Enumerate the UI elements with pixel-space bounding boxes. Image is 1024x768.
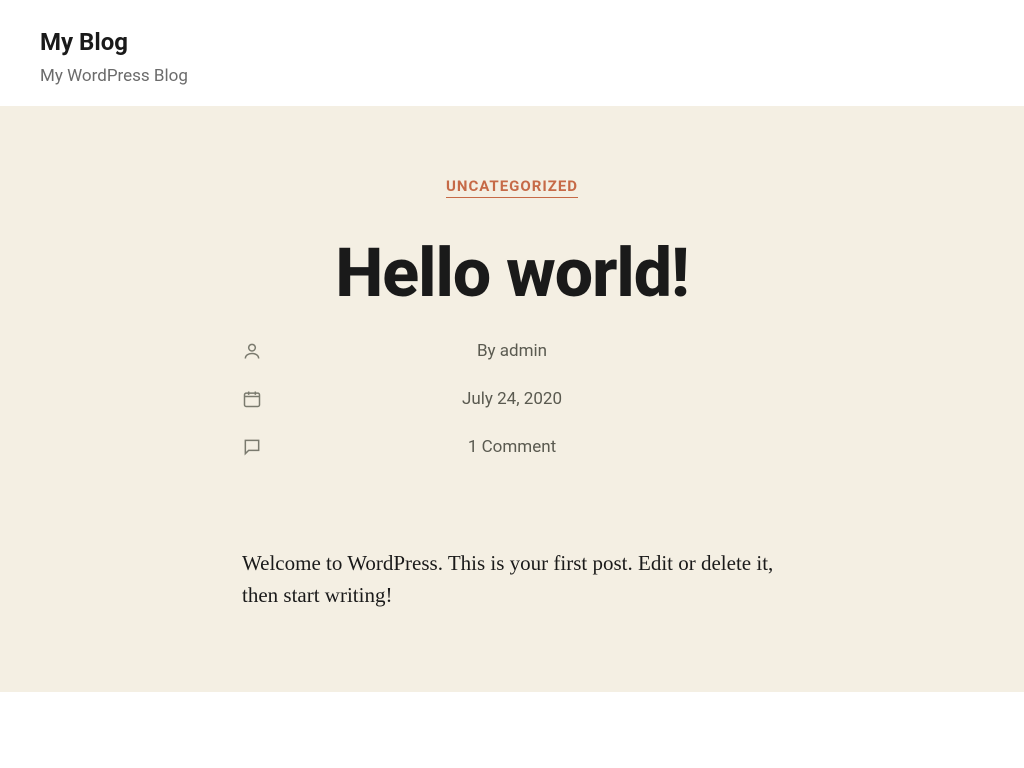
main-content: UNCATEGORIZED Hello world! By admin July…	[0, 106, 1024, 692]
author-link[interactable]: admin	[500, 341, 547, 361]
category-link[interactable]: UNCATEGORIZED	[446, 177, 578, 198]
post-body: Welcome to WordPress. This is your first…	[242, 547, 782, 612]
meta-date-row: July 24, 2020	[242, 389, 782, 409]
site-title-link[interactable]: My Blog	[40, 28, 128, 56]
date-link[interactable]: July 24, 2020	[462, 389, 562, 409]
footer-space	[0, 692, 1024, 764]
site-header: My Blog My WordPress Blog	[0, 0, 1024, 106]
author-by-label: By	[477, 341, 500, 361]
meta-author-row: By admin	[242, 341, 782, 361]
post-article: UNCATEGORIZED Hello world! By admin July…	[222, 176, 802, 612]
site-tagline: My WordPress Blog	[40, 66, 984, 86]
calendar-icon	[242, 389, 262, 413]
meta-comments-row: 1 Comment	[242, 437, 782, 457]
post-title: Hello world!	[242, 236, 782, 311]
author-text: By admin	[242, 341, 782, 361]
date-text: July 24, 2020	[242, 389, 782, 409]
person-icon	[242, 341, 262, 365]
comments-link[interactable]: 1 Comment	[468, 437, 556, 457]
comments-text: 1 Comment	[242, 437, 782, 457]
comment-icon	[242, 437, 262, 461]
post-meta: By admin July 24, 2020 1 Comment	[242, 341, 782, 457]
